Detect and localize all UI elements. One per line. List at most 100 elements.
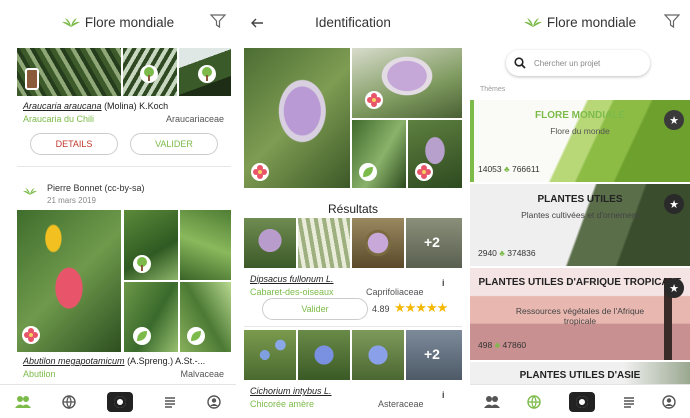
rating-stars: ★★★★★ — [394, 300, 448, 315]
organ-flower-icon — [251, 163, 269, 181]
filter-icon[interactable] — [664, 14, 680, 28]
favorite-star-icon[interactable]: ★ — [664, 278, 684, 298]
search-field[interactable]: Chercher un projet — [506, 50, 650, 76]
pl-ntnet-logo-icon — [23, 187, 37, 195]
search-icon — [514, 57, 526, 69]
query-photo[interactable] — [244, 48, 350, 188]
query-photo[interactable] — [408, 120, 462, 188]
nav-profile-icon[interactable] — [662, 394, 676, 409]
common-name: Araucaria du Chili — [23, 114, 95, 124]
result-family: Caprifoliaceae — [366, 287, 424, 297]
filter-icon[interactable] — [210, 14, 226, 28]
pl-ntnet-logo-icon — [61, 18, 80, 27]
species-scientific: Cichorium intybus L. — [250, 386, 332, 396]
divider — [17, 166, 231, 167]
observation-photo[interactable] — [179, 48, 231, 96]
observation-photo[interactable] — [17, 210, 121, 352]
species-scientific: Araucaria araucana — [23, 101, 102, 111]
nav-list-icon[interactable] — [164, 396, 176, 408]
common-name: Abutilon — [23, 369, 56, 379]
observation-count: 374836 — [507, 248, 536, 258]
validate-button[interactable]: VALIDER — [130, 133, 218, 155]
organ-leaf-icon — [359, 163, 377, 181]
header: Flore mondiale — [470, 0, 690, 44]
project-card[interactable]: PLANTES UTILES D'ASIE — [470, 362, 690, 384]
result-species-name[interactable]: Cichorium intybus L. — [250, 386, 332, 396]
result-photo[interactable] — [244, 330, 296, 380]
project-stats: 498 ♣ 47860 — [478, 340, 526, 350]
result-common-name: Chicorée amère — [250, 399, 315, 409]
info-icon[interactable]: i — [442, 390, 445, 400]
favorite-star-icon[interactable]: ★ — [664, 194, 684, 214]
observation-photo[interactable] — [124, 210, 178, 280]
species-count: 498 — [478, 340, 493, 350]
observation-photo[interactable] — [180, 282, 231, 352]
species-icon: ♣ — [504, 164, 510, 174]
favorite-star-icon[interactable]: ★ — [664, 110, 684, 130]
species-icon: ♣ — [499, 248, 505, 258]
organ-habit-icon — [133, 255, 151, 273]
species-name[interactable]: Araucaria araucana (Molina) K.Koch — [23, 101, 168, 111]
nav-globe-icon[interactable] — [527, 394, 542, 409]
nav-globe-icon[interactable] — [62, 394, 76, 409]
organ-leaf-icon — [187, 327, 205, 345]
validate-button[interactable]: Valider — [262, 298, 368, 320]
observations-screen: Flore mondiale Araucaria araucana (Molin… — [0, 0, 236, 418]
nav-people-icon[interactable] — [483, 395, 500, 409]
projects-screen: Flore mondiale Chercher un projet Thèmes… — [470, 0, 690, 418]
query-photo[interactable] — [352, 48, 462, 118]
project-card[interactable]: FLORE MONDIALE Flore du monde 14053 ♣ 76… — [470, 100, 690, 182]
result-species-name[interactable]: Dipsacus fullonum L. — [250, 274, 334, 284]
project-title: PLANTES UTILES D'ASIE — [519, 370, 641, 381]
family-name: Araucariaceae — [165, 114, 224, 124]
query-photo[interactable] — [352, 120, 406, 188]
details-button[interactable]: DETAILS — [30, 133, 118, 155]
section-label: Thèmes — [480, 86, 506, 93]
organ-flower-icon — [365, 91, 383, 109]
nav-people-icon[interactable] — [15, 395, 32, 409]
nav-camera-icon[interactable] — [106, 391, 133, 412]
species-count: 2940 — [478, 248, 497, 258]
organ-habit-icon — [140, 65, 158, 83]
back-arrow-icon[interactable] — [250, 18, 264, 28]
observation-photo[interactable] — [124, 282, 178, 352]
page-title: Flore mondiale — [546, 14, 637, 30]
more-photos-count: +2 — [424, 346, 440, 362]
nav-profile-icon[interactable] — [206, 394, 221, 409]
project-stats: 2940 ♣ 374836 — [478, 248, 536, 258]
result-more-photos[interactable]: +2 — [406, 330, 462, 380]
identification-screen: Identification Résultats +2 Dipsacus ful… — [244, 0, 462, 418]
result-photo[interactable] — [244, 218, 296, 268]
project-card[interactable]: PLANTES UTILES Plantes cultivées et d'or… — [470, 184, 690, 266]
project-subtitle: Flore du monde — [550, 126, 610, 136]
project-card[interactable]: PLANTES UTILES D'AFRIQUE TROPICALE Resso… — [470, 268, 690, 360]
species-count: 14053 — [478, 164, 502, 174]
observation-photo[interactable] — [17, 48, 121, 96]
page-title: Identification — [315, 14, 391, 30]
observation-photo[interactable] — [123, 48, 177, 96]
nav-camera-icon[interactable] — [568, 391, 595, 412]
results-heading: Résultats — [327, 202, 379, 216]
result-more-photos[interactable]: +2 — [406, 218, 462, 268]
project-stats: 14053 ♣ 766611 — [478, 164, 540, 174]
pl-ntnet-logo-icon — [523, 18, 542, 27]
result-photo[interactable] — [352, 330, 404, 380]
divider — [244, 326, 462, 327]
result-photo[interactable] — [298, 330, 350, 380]
score-value: 4.89 — [372, 304, 390, 314]
species-name[interactable]: Abutilon megapotamicum (A.Spreng.) A.St.… — [23, 356, 205, 366]
family-name: Malvaceae — [180, 369, 224, 379]
nav-list-icon[interactable] — [623, 396, 635, 408]
observation-date: 21 mars 2019 — [47, 196, 96, 205]
project-title: FLORE MONDIALE — [535, 110, 625, 121]
organ-flower-icon — [22, 326, 40, 344]
info-icon[interactable]: i — [442, 278, 445, 288]
project-subtitle: Plantes cultivées et d'ornement — [521, 210, 639, 220]
result-photo[interactable] — [352, 218, 404, 268]
result-photo[interactable] — [298, 218, 350, 268]
organ-flower-icon — [415, 163, 433, 181]
observation-photo[interactable] — [180, 210, 231, 280]
search-input[interactable]: Chercher un projet — [534, 59, 600, 68]
organ-bark-icon — [25, 68, 39, 90]
species-author: (A.Spreng.) A.St.-... — [124, 356, 206, 366]
